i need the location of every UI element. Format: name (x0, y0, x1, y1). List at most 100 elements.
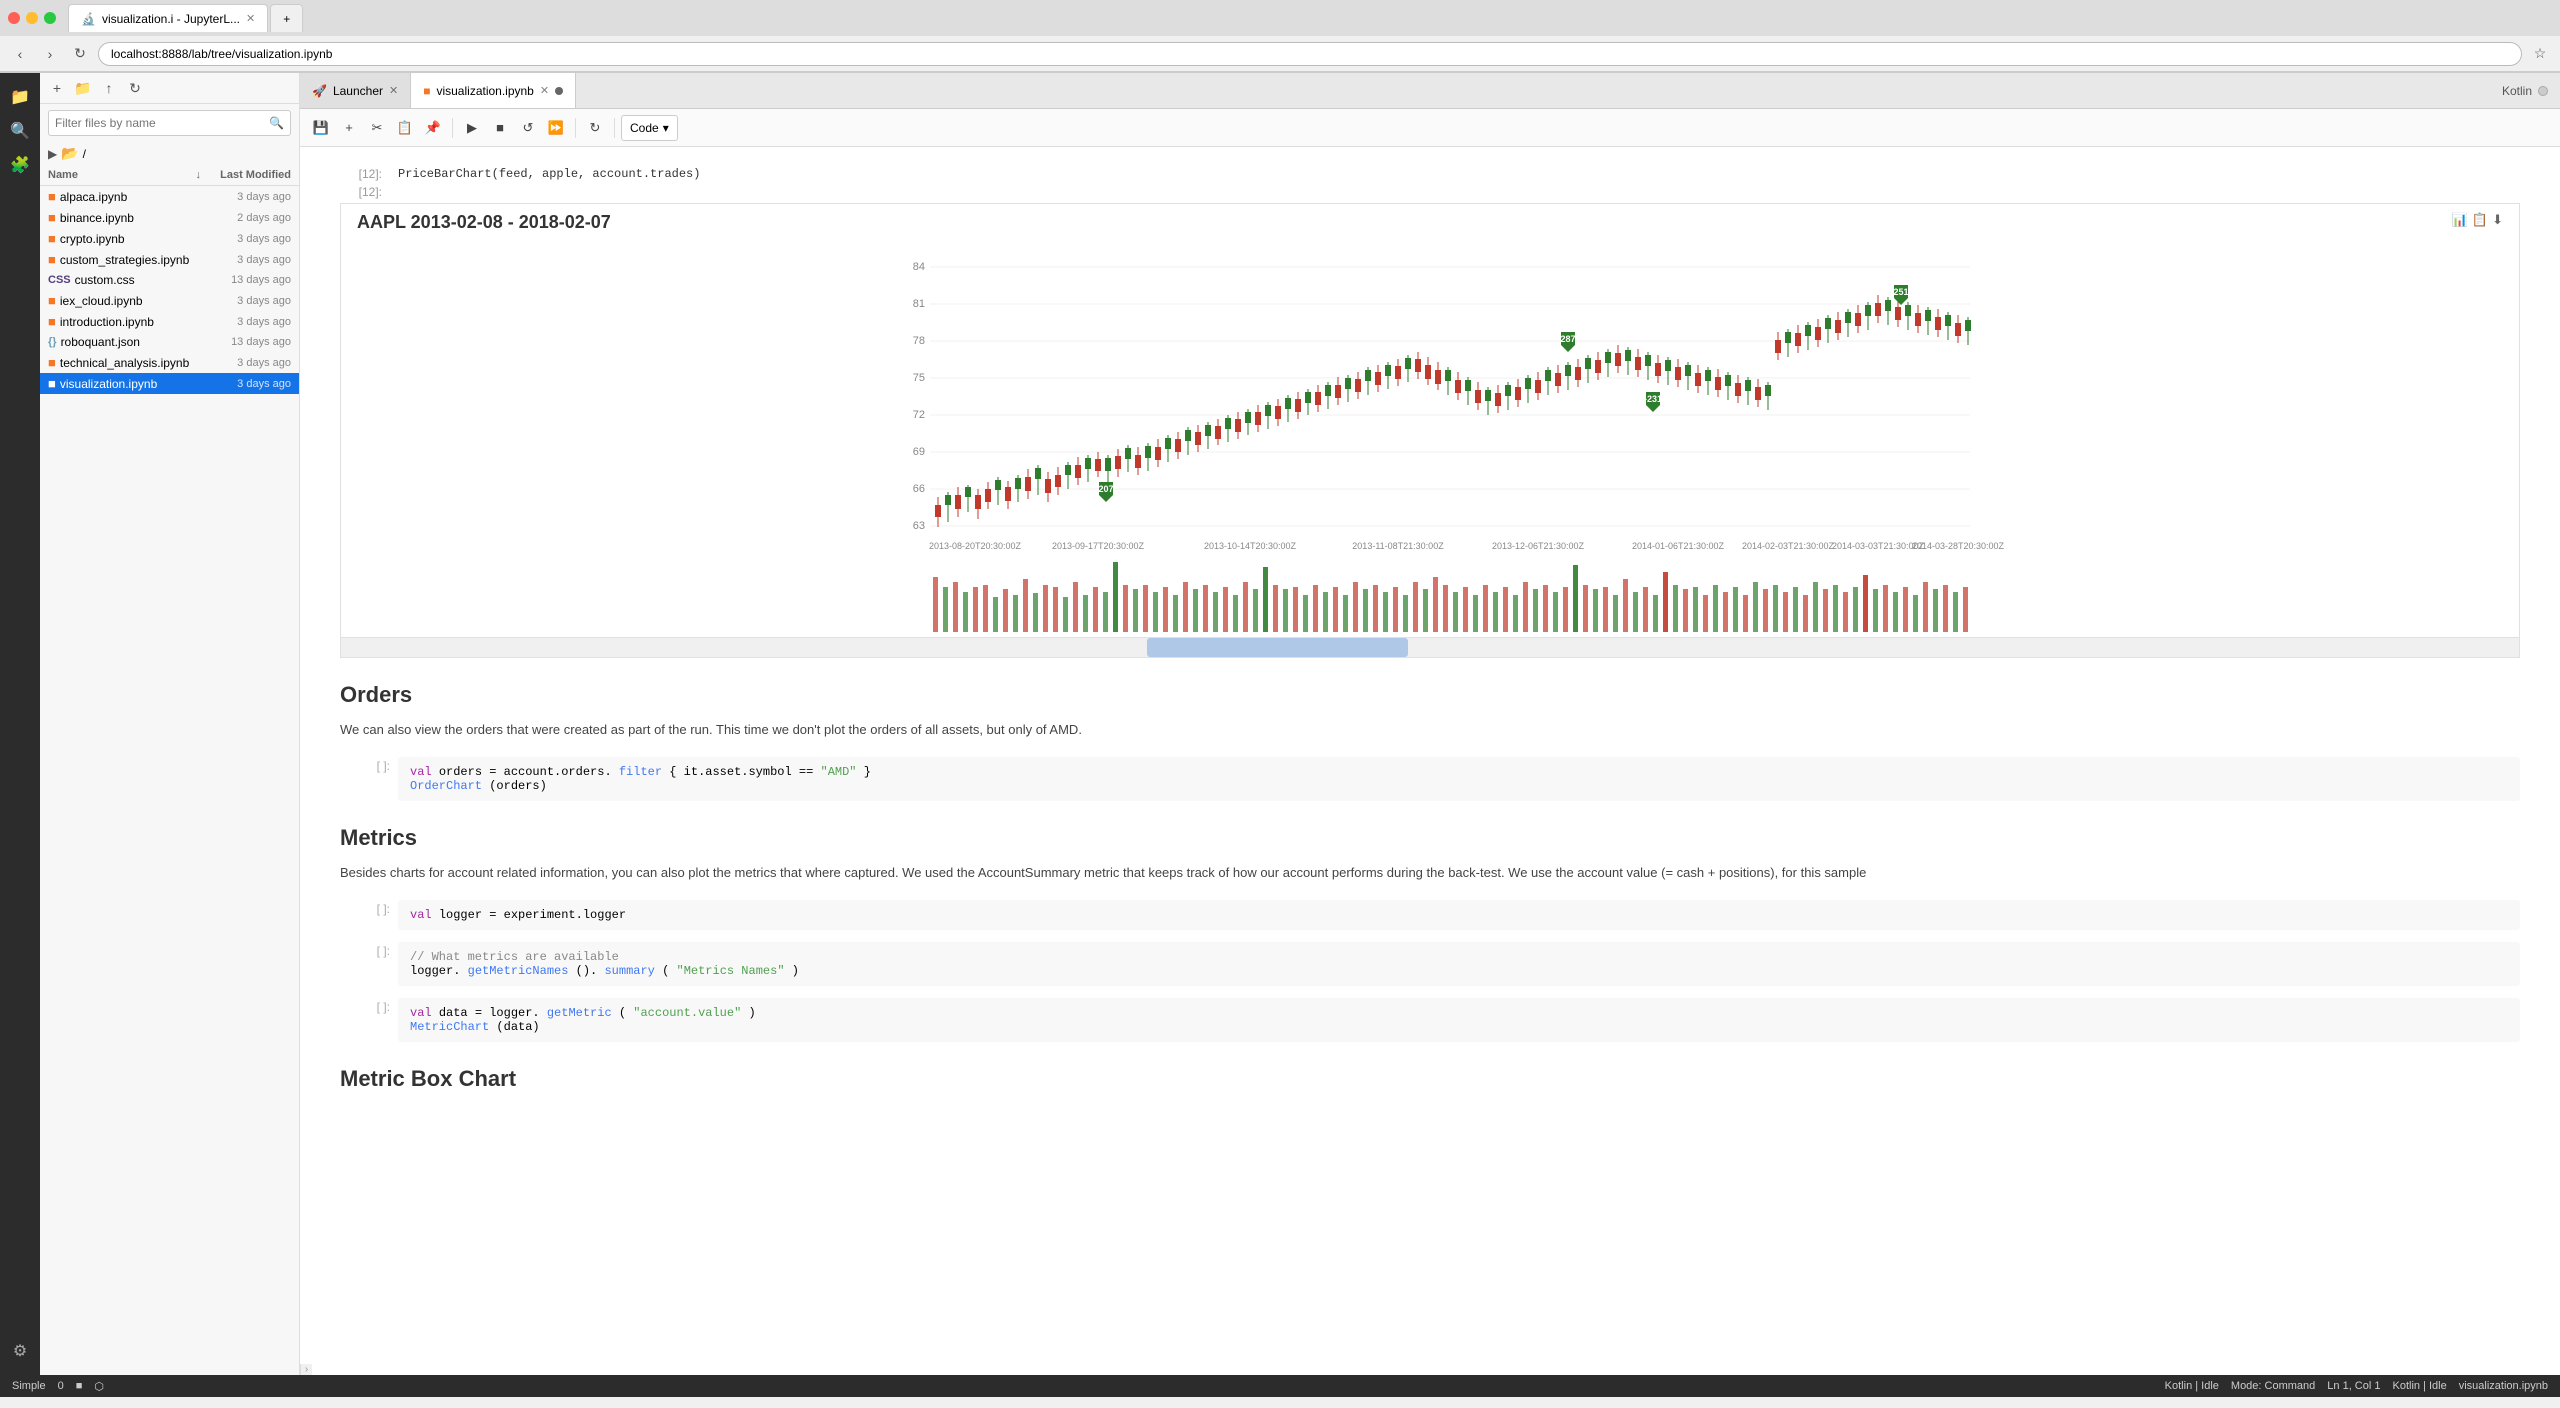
status-zero: 0 (58, 1380, 64, 1393)
save-button[interactable]: 💾 (308, 115, 334, 141)
tab-launcher[interactable]: 🚀 Launcher ✕ (300, 73, 411, 108)
orders-text: We can also view the orders that were cr… (340, 720, 2520, 741)
code-close-paren: ) (792, 964, 799, 978)
file-item[interactable]: ■ crypto.ipynb 3 days ago (40, 228, 299, 249)
upload-button[interactable]: ↑ (98, 77, 120, 99)
browser-tab-new[interactable]: + (270, 4, 303, 32)
notebook-content[interactable]: [12]: PriceBarChart(feed, apple, account… (300, 147, 2560, 1364)
file-list: ■ alpaca.ipynb 3 days ago ■ binance.ipyn… (40, 186, 299, 1375)
code-orders-close: } (864, 765, 871, 779)
file-item[interactable]: ■ introduction.ipynb 3 days ago (40, 311, 299, 332)
new-folder-button[interactable]: 📁 (72, 77, 94, 99)
orders-code-block[interactable]: val orders = account.orders. filter { it… (398, 757, 2520, 801)
status-stop-icon: ■ (76, 1380, 83, 1393)
status-filename: visualization.ipynb (2459, 1380, 2548, 1392)
refresh-button[interactable]: ↻ (124, 77, 146, 99)
file-item[interactable]: ■ alpaca.ipynb 3 days ago (40, 186, 299, 207)
minimize-button[interactable] (26, 12, 38, 24)
browser-tab-close-icon[interactable]: ✕ (246, 12, 255, 25)
activity-settings-icon[interactable]: ⚙ (4, 1335, 36, 1367)
file-item-active[interactable]: ■ visualization.ipynb 3 days ago (40, 373, 299, 394)
svg-text:66: 66 (913, 483, 925, 495)
orders-code-cell: [ ]: val orders = account.orders. filter… (340, 757, 2520, 801)
code-orders-text: orders = account.orders. (439, 765, 612, 779)
chart-copy-icon[interactable]: 📋 (2472, 212, 2488, 228)
svg-text:251: 251 (1893, 287, 1908, 297)
address-bar[interactable] (98, 42, 2522, 66)
maximize-button[interactable] (44, 12, 56, 24)
cut-cell-button[interactable]: ✂ (364, 115, 390, 141)
bookmark-icon[interactable]: ☆ (2528, 42, 2552, 66)
forward-button[interactable]: › (38, 42, 62, 66)
col-name-header[interactable]: Name (48, 169, 196, 181)
svg-text:2013-10-14T20:30:00Z: 2013-10-14T20:30:00Z (1204, 541, 1297, 551)
browser-titlebar: 🔬 visualization.i - JupyterL... ✕ + (0, 0, 2560, 36)
file-search-input[interactable] (55, 116, 269, 130)
new-file-button[interactable]: + (46, 77, 68, 99)
back-button[interactable]: ‹ (8, 42, 32, 66)
copy-cell-button[interactable]: 📋 (392, 115, 418, 141)
right-panel-toggle[interactable]: › (300, 1364, 312, 1375)
cell-code-12: PriceBarChart(feed, apple, account.trade… (398, 167, 700, 181)
code-line-2: OrderChart (orders) (410, 779, 2508, 793)
chart-tool-icon[interactable]: 📊 (2452, 212, 2468, 228)
chart-download-icon[interactable]: ⬇ (2492, 212, 2503, 228)
file-name: custom_strategies.ipynb (60, 253, 207, 267)
svg-text:63: 63 (913, 520, 925, 532)
toolbar-sep-3 (614, 118, 615, 138)
file-item[interactable]: CSS custom.css 13 days ago (40, 270, 299, 290)
run-cell-button[interactable]: ▶ (459, 115, 485, 141)
metrics-code-block[interactable]: // What metrics are available logger. ge… (398, 942, 2520, 986)
price-chart-container: AAPL 2013-02-08 - 2018-02-07 📊 📋 ⬇ (340, 203, 2520, 658)
stop-kernel-button[interactable]: ■ (487, 115, 513, 141)
restart-run-button[interactable]: ⏩ (543, 115, 569, 141)
notebook-tab-icon: ■ (423, 84, 430, 98)
new-tab-icon: + (283, 12, 290, 26)
refresh-button[interactable]: ↻ (582, 115, 608, 141)
ipynb-icon: ■ (48, 231, 56, 246)
metrics-cell-number: [ ]: (340, 942, 390, 986)
notebook-tab-close[interactable]: ✕ (540, 84, 549, 97)
ipynb-icon: ■ (48, 355, 56, 370)
right-panel-icon: › (305, 1364, 308, 1375)
kernel-select[interactable]: Code ▾ (621, 115, 678, 141)
tab-notebook[interactable]: ■ visualization.ipynb ✕ (411, 73, 576, 108)
svg-text:2014-02-03T21:30:00Z: 2014-02-03T21:30:00Z (1742, 541, 1835, 551)
str-amd: "AMD" (821, 765, 857, 779)
data-code-block[interactable]: val data = logger. getMetric ( "account.… (398, 998, 2520, 1042)
cell-output-label: [12]: (340, 185, 390, 199)
file-item[interactable]: ■ custom_strategies.ipynb 3 days ago (40, 249, 299, 270)
browser-tab-active[interactable]: 🔬 visualization.i - JupyterL... ✕ (68, 4, 268, 32)
add-cell-button[interactable]: + (336, 115, 362, 141)
fn-summary: summary (604, 964, 654, 978)
file-item[interactable]: ■ technical_analysis.ipynb 3 days ago (40, 352, 299, 373)
close-button[interactable] (8, 12, 20, 24)
file-item[interactable]: ■ iex_cloud.ipynb 3 days ago (40, 290, 299, 311)
svg-text:207: 207 (1098, 484, 1113, 494)
paste-cell-button[interactable]: 📌 (420, 115, 446, 141)
logger-code-block[interactable]: val logger = experiment.logger (398, 900, 2520, 930)
file-panel: + 📁 ↑ ↻ 🔍 ▶ 📂 / Name ↓ Last Modified (40, 73, 300, 1375)
folder-item[interactable]: ▶ 📂 / (40, 142, 299, 165)
file-name: iex_cloud.ipynb (60, 294, 207, 308)
launcher-tab-close[interactable]: ✕ (389, 84, 398, 97)
file-item[interactable]: ■ binance.ipynb 2 days ago (40, 207, 299, 228)
status-kernel-icon: ⬡ (94, 1380, 104, 1393)
kw-val-3: val (410, 1006, 432, 1020)
file-item[interactable]: {} roboquant.json 13 days ago (40, 332, 299, 352)
chart-scrollbar[interactable] (341, 637, 2519, 657)
col-modified-header[interactable]: Last Modified (201, 169, 291, 181)
svg-text:2014-01-06T21:30:00Z: 2014-01-06T21:30:00Z (1632, 541, 1725, 551)
reload-button[interactable]: ↻ (68, 42, 92, 66)
restart-kernel-button[interactable]: ↺ (515, 115, 541, 141)
status-simple: Simple (12, 1380, 46, 1393)
activity-search-icon[interactable]: 🔍 (4, 115, 36, 147)
svg-text:69: 69 (913, 446, 925, 458)
kernel-dropdown-icon: ▾ (663, 121, 669, 135)
activity-extensions-icon[interactable]: 🧩 (4, 149, 36, 181)
fn-orderchart: OrderChart (410, 779, 482, 793)
activity-files-icon[interactable]: 📁 (4, 81, 36, 113)
chart-scrollbar-thumb[interactable] (1147, 638, 1408, 657)
code-metricchart-args: (data) (496, 1020, 539, 1034)
file-name-active: visualization.ipynb (60, 377, 207, 391)
